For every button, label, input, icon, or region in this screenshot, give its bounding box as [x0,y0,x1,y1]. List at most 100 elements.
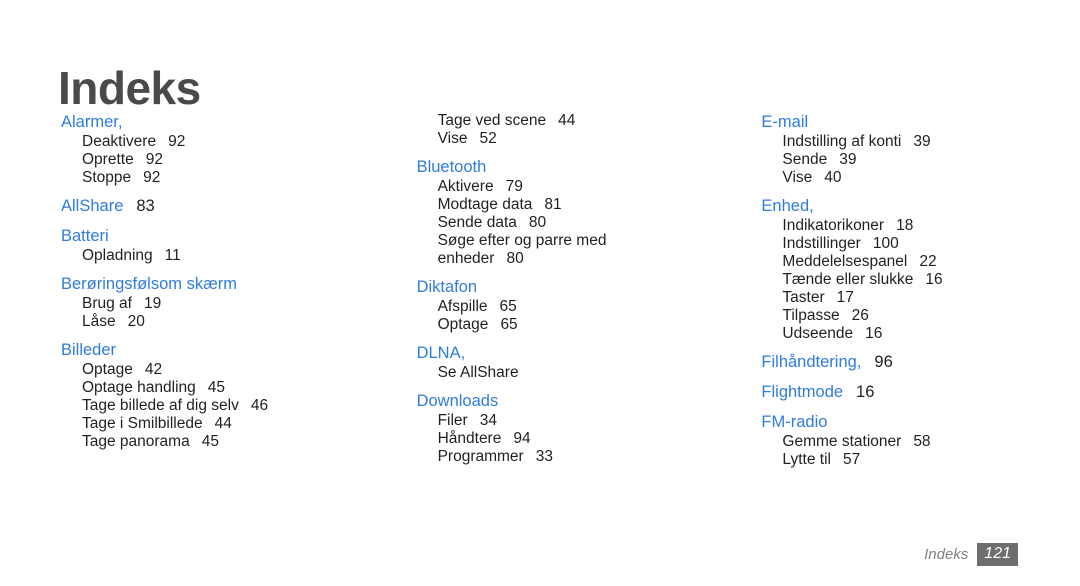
index-heading[interactable]: Enhed, [761,196,1080,217]
index-entry-label: Modtage data [437,196,533,213]
index-page-number: 94 [513,430,531,447]
index-entry[interactable]: Meddelelsespanel 22 [761,253,1080,271]
index-heading[interactable]: Diktafon [417,277,717,298]
index-page-number: 65 [500,316,518,333]
index-page-number: 45 [201,433,219,450]
index-entry[interactable]: Modtage data 81 [417,196,717,214]
index-heading[interactable]: FM-radio [761,412,1080,433]
index-entry[interactable]: Lytte til 57 [761,451,1080,469]
index-page-number: 65 [499,298,517,315]
index-page-number: 52 [479,130,497,147]
index-entry[interactable]: Låse 20 [61,313,380,331]
index-entry[interactable]: Deaktivere 92 [61,133,380,151]
index-entry[interactable]: Optage 65 [417,316,717,334]
index-page-number: 92 [143,169,161,186]
index-entry[interactable]: Stoppe 92 [61,169,380,187]
index-entry[interactable]: Søge efter og parre med [417,232,717,250]
index-entry[interactable]: Optage handling 45 [61,379,380,397]
index-entry[interactable]: Oprette 92 [61,151,380,169]
index-heading[interactable]: Downloads [417,391,717,412]
index-entry-label: Gemme stationer [782,433,902,450]
index-group: Tage ved scene 44 Vise 52 [417,112,717,148]
index-heading[interactable]: Flightmode 16 [761,382,1080,403]
index-page-number: 17 [836,289,854,306]
index-entry[interactable]: Indstilling af konti 39 [761,133,1080,151]
index-page-number: 81 [544,196,562,213]
footer-section-label: Indeks [924,546,969,563]
index-entry[interactable]: Programmer 33 [417,448,717,466]
index-group: Alarmer, Deaktivere 92 Oprette 92 Stoppe 92 [61,112,380,187]
index-page-number: 46 [250,397,269,414]
index-entry-label: Tænde eller slukke [782,271,914,288]
index-entry[interactable]: Håndtere 94 [417,430,717,448]
index-heading[interactable]: DLNA, [417,343,717,364]
index-entry-label: Opladning [82,247,153,264]
index-page: Indeks Alarmer, Deaktivere 92 Oprette 92 Stop… [0,0,1080,586]
index-group: Enhed, Indikatorikoner 18 Indstillinger 100 M… [761,196,1080,343]
index-entry[interactable]: Sende 39 [761,151,1080,169]
index-heading[interactable]: Batteri [61,226,380,247]
index-heading[interactable]: Berøringsfølsom skærm [61,274,380,295]
index-entry[interactable]: Brug af 19 [61,295,380,313]
index-column-2: Tage ved scene 44 Vise 52 Bluetooth Aktivere 7… [380,112,717,466]
index-heading[interactable]: Bluetooth [417,157,717,178]
index-entry[interactable]: Vise 52 [417,130,717,148]
index-entry-label: Tage panorama [82,433,190,450]
index-page-number: 80 [506,250,524,267]
index-entry-label: Optage [82,361,133,378]
index-entry[interactable]: Filer 34 [417,412,717,430]
index-entry[interactable]: Tage i Smilbillede 44 [61,415,380,433]
index-entry[interactable]: Indikatorikoner 18 [761,217,1080,235]
index-entry[interactable]: Tilpasse 26 [761,307,1080,325]
index-entry[interactable]: Aktivere 79 [417,178,717,196]
index-columns: Alarmer, Deaktivere 92 Oprette 92 Stoppe 92 All… [0,112,1080,469]
index-page-number: 40 [824,169,842,186]
index-page-number: 100 [872,235,899,252]
index-entry[interactable]: Afspille 65 [417,298,717,316]
index-entry[interactable]: Tage billede af dig selv 46 [61,397,380,415]
index-entry[interactable]: Udseende 16 [761,325,1080,343]
index-entry[interactable]: Tage panorama 45 [61,433,380,451]
index-page-number: 57 [842,451,861,468]
index-entry[interactable]: Indstillinger 100 [761,235,1080,253]
index-entry[interactable]: Sende data 80 [417,214,717,232]
index-entry-label: Tage i Smilbillede [82,415,203,432]
index-heading[interactable]: Alarmer, [61,112,380,133]
index-group: Flightmode 16 [761,382,1080,403]
index-group: FM-radio Gemme stationer 58 Lytte til 57 [761,412,1080,469]
index-entry-label: Håndtere [437,430,502,447]
index-entry-label: Brug af [82,295,132,312]
index-heading[interactable]: Billeder [61,340,380,361]
index-entry-label: Indstilling af konti [782,133,902,150]
index-entry[interactable]: Optage 42 [61,361,380,379]
index-entry[interactable]: Opladning 11 [61,247,380,265]
index-page-number: 11 [164,247,181,264]
index-entry[interactable]: Gemme stationer 58 [761,433,1080,451]
index-heading[interactable]: AllShare 83 [61,196,380,217]
index-entry-label: Vise [437,130,468,147]
index-page-number: 16 [925,271,943,288]
index-entry-label: Optage [437,316,489,333]
index-entry[interactable]: Tænde eller slukke 16 [761,271,1080,289]
index-entry[interactable]: Tage ved scene 44 [417,112,717,130]
index-heading[interactable]: E-mail [761,112,1080,133]
index-group: Batteri Opladning 11 [61,226,380,265]
index-entry-label: Filer [437,412,468,429]
index-page-number: 34 [479,412,497,429]
index-heading[interactable]: Filhåndtering, 96 [761,352,1080,373]
index-page-number: 96 [874,353,893,371]
index-entry[interactable]: Vise 40 [761,169,1080,187]
index-group: DLNA, Se AllShare [417,343,717,382]
index-entry-label: Tilpasse [782,307,840,324]
index-entry[interactable]: Taster 17 [761,289,1080,307]
index-entry-label: Aktivere [437,178,494,195]
index-page-number: 39 [839,151,857,168]
index-page-number: 58 [913,433,931,450]
index-entry[interactable]: Se AllShare [417,364,717,382]
index-page-number: 44 [558,112,576,129]
index-group: Downloads Filer 34 Håndtere 94 Programmer 33 [417,391,717,466]
index-entry-label: Tage billede af dig selv [82,397,239,414]
index-entry-label: Vise [782,169,813,186]
index-entry[interactable]: enheder 80 [417,250,717,268]
index-entry-label: Låse [82,313,116,330]
